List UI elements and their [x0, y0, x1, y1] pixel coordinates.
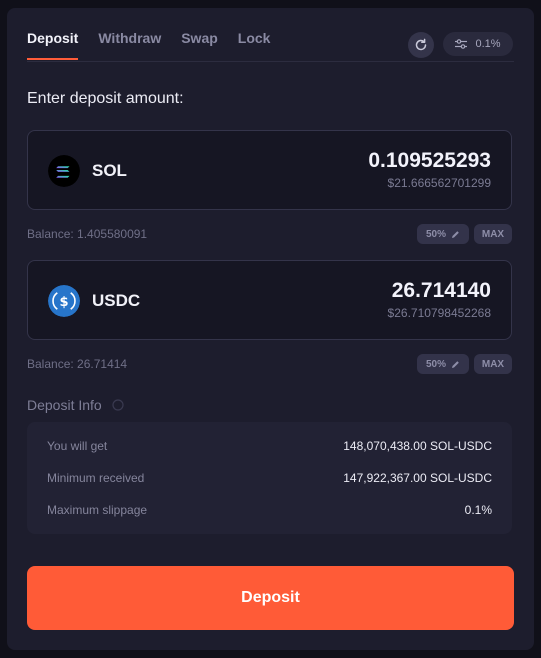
- refresh-button[interactable]: [408, 32, 434, 58]
- deposit-info-header: Deposit Info: [27, 397, 124, 413]
- deposit-info-card: You will get 148,070,438.00 SOL-USDC Min…: [27, 422, 512, 534]
- slippage-value: 0.1%: [475, 38, 501, 50]
- svg-text:$: $: [59, 295, 68, 310]
- info-row-maximum-slippage: Maximum slippage 0.1%: [47, 500, 492, 520]
- token-a-symbol: SOL: [92, 161, 127, 180]
- usdc-logo-icon: $: [48, 285, 80, 317]
- info-icon[interactable]: [112, 399, 124, 411]
- tab-divider: [27, 61, 514, 62]
- tab-withdraw[interactable]: Withdraw: [98, 28, 161, 60]
- deposit-panel: Deposit Withdraw Swap Lock 0.1% Enter de…: [7, 8, 534, 650]
- deposit-button[interactable]: Deposit: [27, 566, 514, 630]
- token-b-half-label: 50%: [425, 358, 446, 370]
- token-a-half-button[interactable]: 50%: [417, 224, 469, 244]
- page-title: Enter deposit amount:: [27, 90, 184, 107]
- token-a-half-label: 50%: [425, 228, 446, 240]
- info-row-label: Minimum received: [47, 471, 145, 485]
- sliders-icon: [455, 39, 468, 49]
- token-b-balance: Balance: 26.71414: [27, 357, 128, 371]
- tab-swap[interactable]: Swap: [181, 28, 218, 60]
- tab-bar: Deposit Withdraw Swap Lock: [27, 28, 290, 62]
- pencil-icon: [452, 360, 459, 368]
- token-b-input-box[interactable]: $ USDC 26.714140 $26.710798452268: [27, 260, 512, 340]
- info-row-minimum-received: Minimum received 147,922,367.00 SOL-USDC: [47, 468, 492, 488]
- info-row-value: 0.1%: [464, 503, 492, 517]
- token-a-amount-input[interactable]: 0.109525293: [368, 149, 491, 173]
- token-a-input-box[interactable]: SOL 0.109525293 $21.666562701299: [27, 130, 512, 210]
- deposit-info-title: Deposit Info: [27, 397, 102, 413]
- token-b-usd-value: $26.710798452268: [387, 306, 491, 320]
- token-b-half-button[interactable]: 50%: [417, 354, 469, 374]
- info-row-label: Maximum slippage: [47, 503, 148, 517]
- token-b-max-button[interactable]: MAX: [474, 354, 512, 374]
- solana-logo-icon: [48, 155, 80, 187]
- info-row-label: You will get: [47, 439, 108, 453]
- refresh-icon: [415, 38, 427, 51]
- token-b-symbol: USDC: [92, 291, 141, 310]
- slippage-settings-button[interactable]: 0.1%: [443, 32, 513, 56]
- token-a-max-button[interactable]: MAX: [474, 224, 512, 244]
- info-row-value: 147,922,367.00 SOL-USDC: [343, 471, 492, 485]
- token-a-usd-value: $21.666562701299: [387, 176, 491, 190]
- token-a-balance: Balance: 1.405580091: [27, 227, 148, 241]
- info-row-value: 148,070,438.00 SOL-USDC: [343, 439, 492, 453]
- tab-lock[interactable]: Lock: [238, 28, 271, 60]
- pencil-icon: [452, 230, 459, 238]
- token-b-amount-input[interactable]: 26.714140: [392, 279, 491, 303]
- tab-deposit[interactable]: Deposit: [27, 28, 79, 60]
- info-row-you-will-get: You will get 148,070,438.00 SOL-USDC: [47, 436, 492, 456]
